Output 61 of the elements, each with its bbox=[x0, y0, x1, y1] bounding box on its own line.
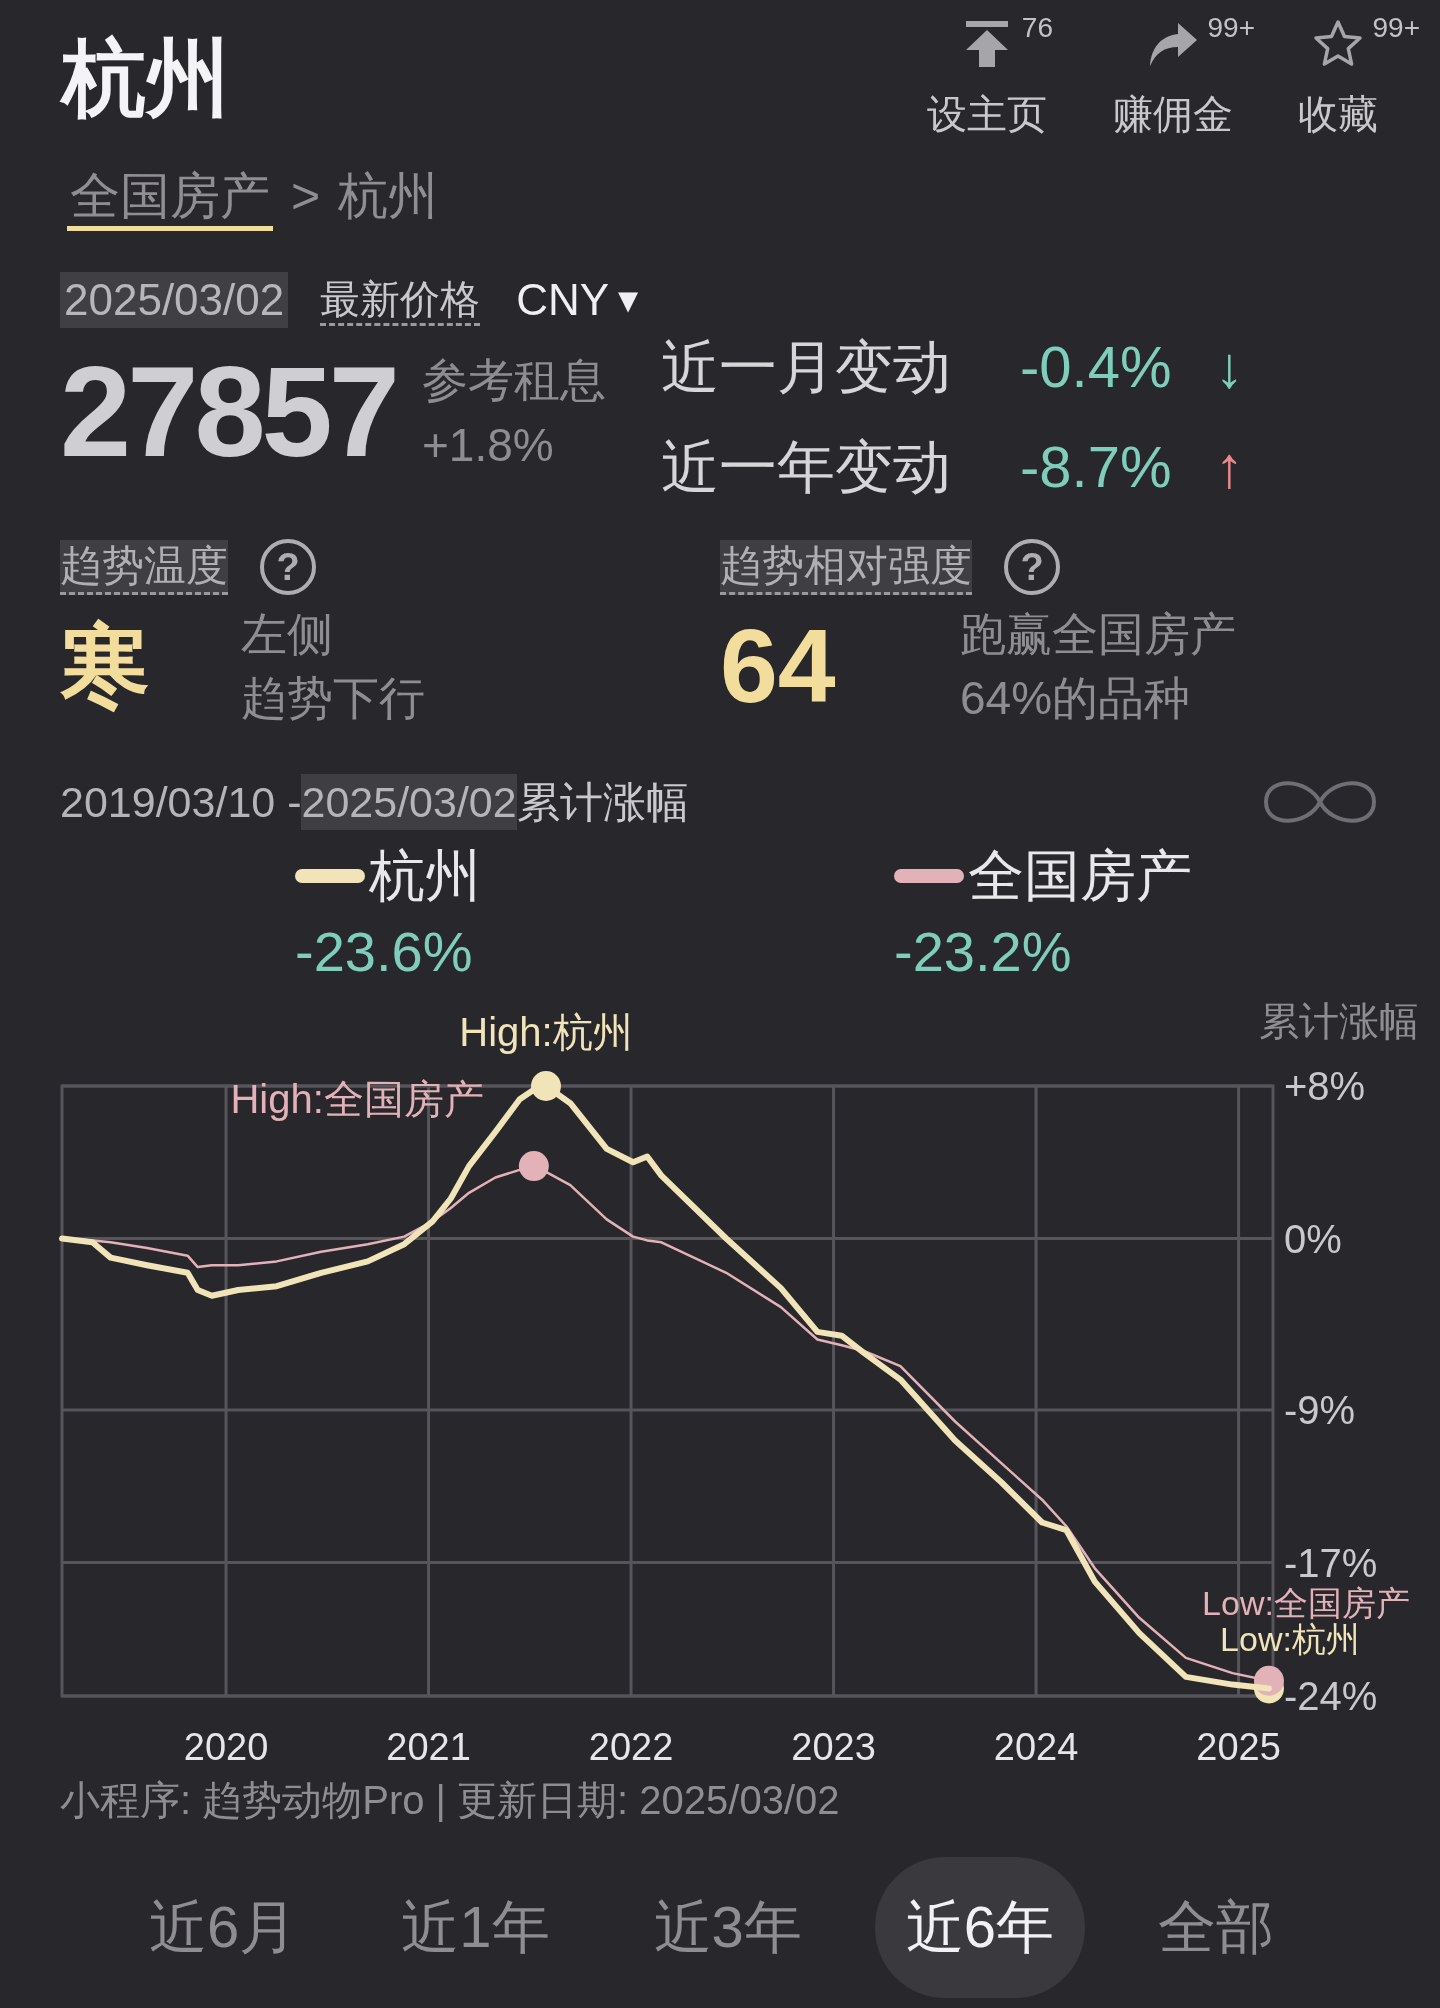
legend-value: -23.2% bbox=[894, 919, 1072, 985]
y-tick-label: -17% bbox=[1284, 1540, 1378, 1585]
low-label: Low:全国房产 bbox=[1202, 1583, 1410, 1622]
currency-dropdown[interactable]: CNY▼ bbox=[516, 272, 645, 328]
y-tick-label: -9% bbox=[1284, 1388, 1356, 1433]
high-label: High:杭州 bbox=[459, 1010, 633, 1054]
change-value: -8.7% bbox=[1020, 433, 1173, 501]
breadcrumb-link[interactable]: 全国房产 bbox=[67, 166, 273, 231]
range-end-date[interactable]: 2025/03/02 bbox=[301, 774, 517, 830]
indicator-note: 左侧 bbox=[241, 607, 334, 662]
indicator-note: 64%的品种 bbox=[960, 671, 1192, 726]
earn-commission-button[interactable]: 99+ 赚佣金 bbox=[1090, 12, 1255, 137]
range-start-text: 2019/03/10 - bbox=[60, 777, 302, 828]
x-tick-label: 2022 bbox=[588, 1726, 674, 1768]
legend-name: 全国房产 bbox=[968, 843, 1192, 909]
y-tick-label: +8% bbox=[1284, 1064, 1366, 1108]
breadcrumb-current: 杭州 bbox=[338, 167, 439, 226]
low-point-marker bbox=[1253, 1665, 1284, 1696]
x-tick-label: 2023 bbox=[791, 1726, 876, 1768]
high-label: High:全国房产 bbox=[230, 1077, 484, 1122]
x-tick-label: 2024 bbox=[993, 1726, 1079, 1768]
low-label: Low:杭州 bbox=[1220, 1620, 1360, 1659]
x-tick-label: 2021 bbox=[386, 1726, 471, 1768]
high-point-marker bbox=[531, 1071, 561, 1101]
breadcrumb-separator: > bbox=[291, 167, 321, 226]
price-type-label[interactable]: 最新价格 bbox=[320, 274, 481, 326]
y-tick-label: 0% bbox=[1284, 1216, 1342, 1261]
trend-arrow: ↑ bbox=[1215, 433, 1244, 501]
indicator-label[interactable]: 趋势温度 bbox=[60, 539, 228, 595]
high-point-marker bbox=[518, 1151, 549, 1182]
trend-arrow: ↓ bbox=[1215, 333, 1244, 401]
price-value: 27857 bbox=[60, 348, 396, 476]
indicator-label[interactable]: 趋势相对强度 bbox=[720, 539, 972, 595]
source-text: 小程序: 趋势动物Pro | 更新日期: 2025/03/02 bbox=[59, 1777, 841, 1824]
y-tick-label: -24% bbox=[1284, 1674, 1378, 1718]
favorite-button[interactable]: 99+ 收藏 bbox=[1255, 12, 1420, 137]
change-label: 近一年变动 bbox=[661, 433, 952, 501]
set-homepage-button[interactable]: 76 设主页 bbox=[920, 12, 1053, 137]
indicator-note: 跑赢全国房产 bbox=[960, 607, 1236, 662]
period-tab[interactable]: 近6月 bbox=[118, 1857, 329, 1998]
x-tick-label: 2025 bbox=[1196, 1726, 1281, 1768]
star-icon bbox=[1312, 19, 1363, 69]
legend-name: 杭州 bbox=[369, 843, 481, 909]
change-label: 近一月变动 bbox=[661, 333, 952, 401]
period-tab[interactable]: 近1年 bbox=[370, 1857, 581, 1998]
rent-value: +1.8% bbox=[421, 418, 555, 473]
indicator-note: 趋势下行 bbox=[241, 671, 425, 726]
help-button[interactable]: ? bbox=[1004, 539, 1060, 595]
period-tab[interactable]: 全部 bbox=[1127, 1857, 1306, 1998]
date-chip[interactable]: 2025/03/02 bbox=[60, 272, 289, 328]
indicator-value: 64 bbox=[720, 608, 837, 724]
change-value: -0.4% bbox=[1020, 333, 1173, 401]
period-tab[interactable]: 近6年 bbox=[874, 1857, 1086, 1998]
rent-label: 参考租息 bbox=[421, 353, 606, 408]
period-tab[interactable]: 近3年 bbox=[622, 1857, 833, 1998]
y-axis-title: 累计涨幅 bbox=[1259, 999, 1419, 1043]
legend-value: -23.6% bbox=[295, 919, 473, 985]
cumulative-label: 累计涨幅 bbox=[516, 777, 689, 828]
x-tick-label: 2020 bbox=[183, 1726, 269, 1768]
indicator-value: 寒 bbox=[60, 616, 151, 716]
help-button[interactable]: ? bbox=[260, 539, 316, 595]
